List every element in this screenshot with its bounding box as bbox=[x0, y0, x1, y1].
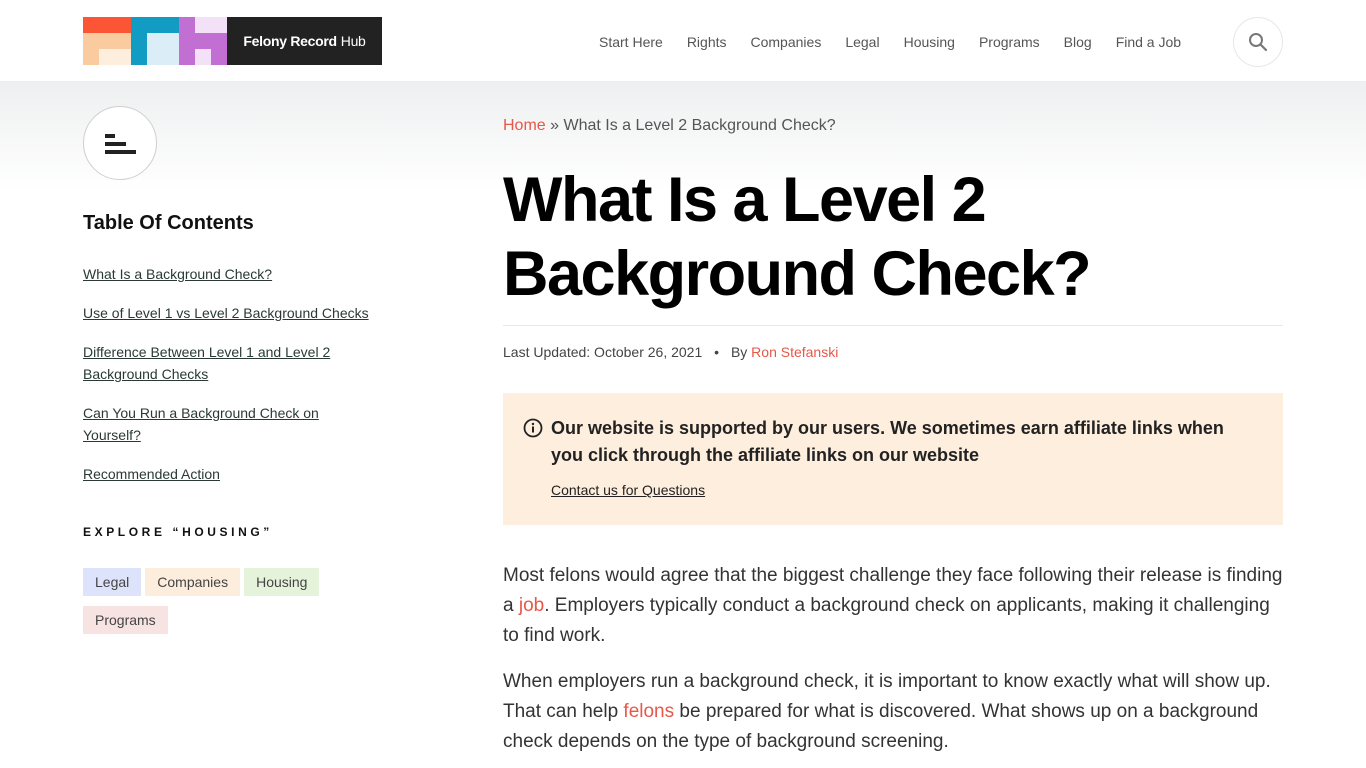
tag-list: Legal Companies Housing Programs bbox=[83, 568, 343, 644]
contact-link[interactable]: Contact us for Questions bbox=[551, 482, 705, 498]
nav-find-a-job[interactable]: Find a Job bbox=[1116, 34, 1181, 50]
tag-companies[interactable]: Companies bbox=[145, 568, 241, 596]
site-logo[interactable]: Felony Record Hub bbox=[83, 17, 382, 65]
toc-link[interactable]: Difference Between Level 1 and Level 2 B… bbox=[83, 344, 330, 382]
nav-rights[interactable]: Rights bbox=[687, 34, 727, 50]
search-button[interactable] bbox=[1233, 17, 1283, 67]
nav-legal[interactable]: Legal bbox=[845, 34, 879, 50]
nav-programs[interactable]: Programs bbox=[979, 34, 1040, 50]
toc-item: Can You Run a Background Check on Yourse… bbox=[83, 402, 343, 446]
article-meta: Last Updated: October 26, 2021 • By Ron … bbox=[503, 344, 1283, 360]
logo-text-light: Hub bbox=[340, 33, 366, 49]
paragraph: Most felons would agree that the biggest… bbox=[503, 561, 1283, 651]
toc-link[interactable]: Use of Level 1 vs Level 2 Background Che… bbox=[83, 305, 369, 321]
nav-start-here[interactable]: Start Here bbox=[599, 34, 663, 50]
sidebar: Table Of Contents What Is a Background C… bbox=[83, 106, 403, 644]
toc-link[interactable]: Recommended Action bbox=[83, 466, 220, 482]
logo-text-bold: Felony Record bbox=[243, 33, 337, 49]
article: Home » What Is a Level 2 Background Chec… bbox=[503, 117, 1283, 768]
site-header: Felony Record Hub Start Here Rights Comp… bbox=[0, 0, 1366, 81]
info-icon bbox=[523, 418, 543, 438]
tag-programs[interactable]: Programs bbox=[83, 606, 168, 634]
page-title: What Is a Level 2 Background Check? bbox=[503, 165, 1092, 309]
job-link[interactable]: job bbox=[519, 595, 544, 616]
by-label: By bbox=[730, 344, 748, 360]
breadcrumb: Home » What Is a Level 2 Background Chec… bbox=[503, 117, 1283, 135]
toc-item: Recommended Action bbox=[83, 463, 383, 485]
toc-item: Difference Between Level 1 and Level 2 B… bbox=[83, 341, 353, 385]
toc-link[interactable]: Can You Run a Background Check on Yourse… bbox=[83, 405, 319, 443]
paragraph-text: . Employers typically conduct a backgrou… bbox=[503, 595, 1270, 646]
affiliate-notice: Our website is supported by our users. W… bbox=[503, 393, 1283, 525]
breadcrumb-current: What Is a Level 2 Background Check? bbox=[563, 117, 836, 134]
search-icon bbox=[1249, 33, 1268, 52]
author-link[interactable]: Ron Stefanski bbox=[751, 344, 838, 360]
toc-menu-icon-bar bbox=[105, 142, 126, 146]
tag-legal[interactable]: Legal bbox=[83, 568, 142, 596]
nav-blog[interactable]: Blog bbox=[1064, 34, 1092, 50]
toc-item: Use of Level 1 vs Level 2 Background Che… bbox=[83, 302, 383, 324]
title-divider bbox=[503, 325, 1283, 326]
toc-toggle-button[interactable] bbox=[83, 106, 157, 180]
paragraph: When employers run a background check, i… bbox=[503, 667, 1283, 757]
nav-housing[interactable]: Housing bbox=[904, 34, 955, 50]
nav-companies[interactable]: Companies bbox=[751, 34, 822, 50]
logo-text: Felony Record Hub bbox=[227, 17, 382, 65]
tag-housing[interactable]: Housing bbox=[244, 568, 320, 596]
main-nav: Start Here Rights Companies Legal Housin… bbox=[599, 34, 1205, 50]
breadcrumb-separator: » bbox=[550, 117, 560, 134]
felons-link[interactable]: felons bbox=[623, 701, 674, 722]
toc-menu-icon-bar bbox=[105, 150, 136, 154]
last-updated: Last Updated: October 26, 2021 bbox=[503, 344, 703, 360]
toc-title: Table Of Contents bbox=[83, 212, 254, 234]
toc-item: What Is a Background Check? bbox=[83, 263, 383, 285]
toc-menu-icon bbox=[105, 134, 115, 138]
meta-separator: • bbox=[714, 344, 720, 360]
breadcrumb-home[interactable]: Home bbox=[503, 117, 546, 134]
toc-link[interactable]: What Is a Background Check? bbox=[83, 266, 272, 282]
toc-list: What Is a Background Check? Use of Level… bbox=[83, 263, 403, 485]
logo-mark-icon bbox=[83, 17, 227, 65]
article-body: Most felons would agree that the biggest… bbox=[503, 561, 1283, 757]
notice-text: Our website is supported by our users. W… bbox=[551, 418, 1224, 465]
explore-title: EXPLORE “HOUSING” bbox=[83, 525, 273, 539]
